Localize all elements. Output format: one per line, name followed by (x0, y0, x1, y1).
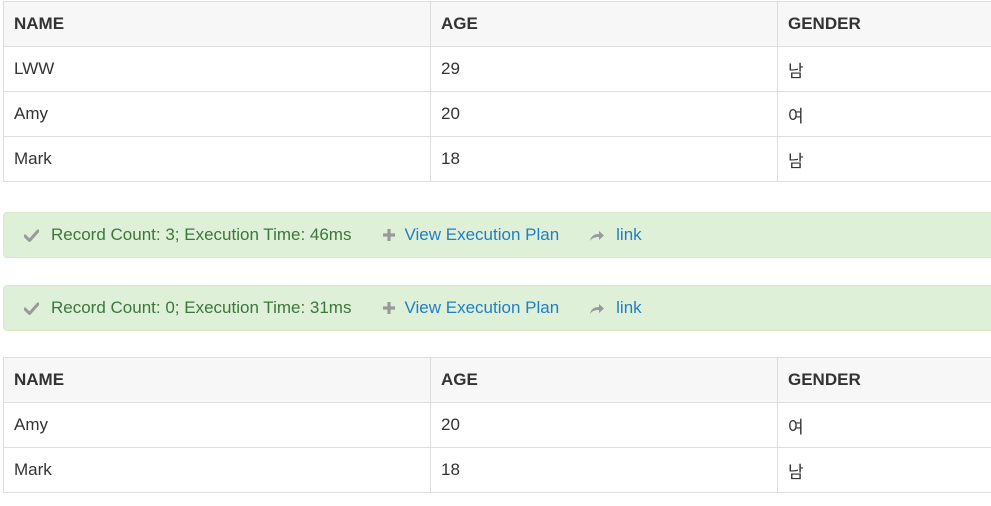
table-row: Amy 20 여 (3, 402, 991, 448)
column-header-age: AGE (430, 1, 778, 47)
result-status-alert-1: Record Count: 3; Execution Time: 46ms Vi… (3, 212, 991, 258)
table-row: Mark 18 남 (3, 136, 991, 182)
share-icon[interactable] (589, 300, 605, 316)
check-icon (23, 300, 39, 316)
cell-gender: 남 (777, 447, 991, 493)
cell-age: 18 (430, 447, 778, 493)
plus-icon[interactable] (381, 300, 397, 316)
result-table-2: NAME AGE GENDER Amy 20 여 Mark 18 남 (3, 357, 991, 493)
table-header-row: NAME AGE GENDER (3, 357, 991, 403)
cell-gender: 남 (777, 136, 991, 182)
column-header-name: NAME (14, 14, 65, 33)
cell-name: Mark (3, 447, 431, 493)
column-header-name: NAME (14, 370, 65, 389)
cell-age: 29 (430, 46, 778, 92)
cell-gender: 남 (777, 46, 991, 92)
column-header-age: AGE (430, 357, 778, 403)
cell-gender: 여 (777, 402, 991, 448)
cell-name: LWW (3, 46, 431, 92)
column-header-gender: GENDER (777, 1, 991, 47)
share-link[interactable]: link (616, 225, 642, 245)
plus-icon[interactable] (381, 227, 397, 243)
cell-age: 20 (430, 91, 778, 137)
cell-name: Amy (3, 91, 431, 137)
cell-gender: 여 (777, 91, 991, 137)
table-row: LWW 29 남 (3, 46, 991, 92)
check-icon (23, 227, 39, 243)
result-status-text: Record Count: 0; Execution Time: 31ms (51, 298, 352, 317)
share-link[interactable]: link (616, 298, 642, 318)
result-status-alert-2: Record Count: 0; Execution Time: 31ms Vi… (3, 285, 991, 331)
column-header-gender: GENDER (777, 357, 991, 403)
table-header-row: NAME AGE GENDER (3, 1, 991, 47)
table-row: Mark 18 남 (3, 447, 991, 493)
cell-age: 20 (430, 402, 778, 448)
cell-name: Amy (3, 402, 431, 448)
result-table-1: NAME AGE GENDER LWW 29 남 Amy 20 여 Mark 1… (3, 1, 991, 182)
view-execution-plan-link[interactable]: View Execution Plan (404, 298, 559, 318)
share-icon[interactable] (589, 227, 605, 243)
table-row: Amy 20 여 (3, 91, 991, 137)
result-status-text: Record Count: 3; Execution Time: 46ms (51, 225, 352, 244)
cell-name: Mark (3, 136, 431, 182)
cell-age: 18 (430, 136, 778, 182)
view-execution-plan-link[interactable]: View Execution Plan (404, 225, 559, 245)
